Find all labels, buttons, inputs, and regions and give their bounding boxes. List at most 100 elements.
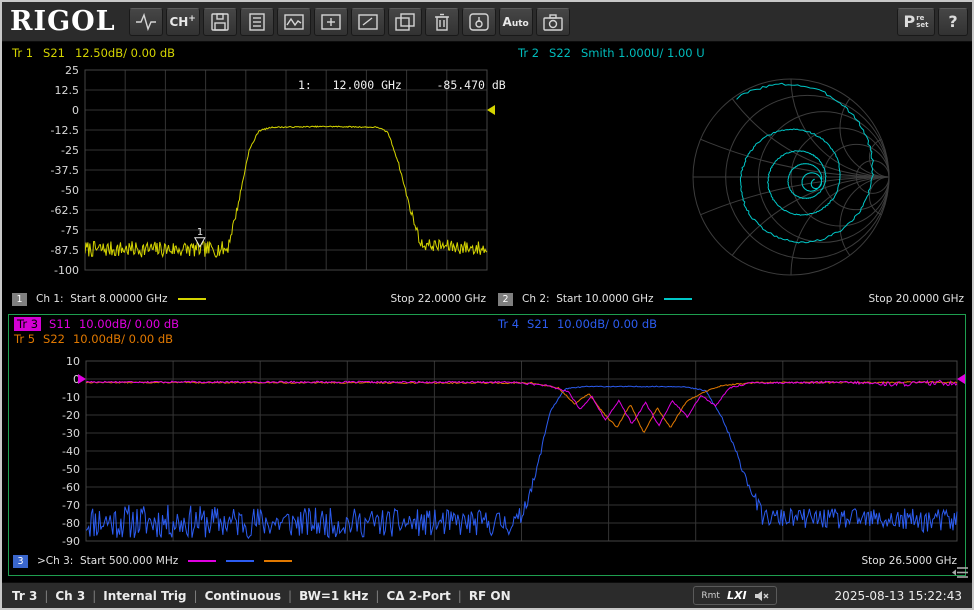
- menu-collapse-icon[interactable]: [952, 566, 968, 579]
- channel3-start: >Ch 3: Start 500.000 MHz: [37, 555, 178, 567]
- svg-text:-80: -80: [62, 517, 80, 530]
- lxi-label: LXI: [727, 589, 747, 602]
- panel3-header-row1: Tr 3 S11 10.00dB/ 0.00 dB: [14, 317, 187, 331]
- help-button[interactable]: ?: [938, 8, 968, 36]
- svg-text:-25: -25: [61, 144, 79, 157]
- trace4-scale: 10.00dB/ 0.00 dB: [557, 317, 657, 331]
- channel2-start: Ch 2: Start 10.0000 GHz: [522, 293, 654, 305]
- svg-text:-87.5: -87.5: [51, 244, 79, 257]
- channel1-badge[interactable]: 1: [12, 293, 27, 306]
- status-item: RF ON: [469, 589, 511, 603]
- panel2-header: Tr 2 S22 Smith 1.000U/ 1.00 U: [518, 46, 715, 60]
- status-separator: |: [44, 589, 48, 603]
- vna-screen: RIGOL CH+ Auto: [0, 0, 974, 610]
- svg-text:10: 10: [66, 355, 80, 368]
- status-separator: |: [92, 589, 96, 603]
- trace2-swatch: [664, 298, 692, 300]
- active-channel-panel[interactable]: Tr 3 S11 10.00dB/ 0.00 dB Tr 4 S21 10.00…: [8, 314, 966, 576]
- trash-icon: [431, 13, 453, 31]
- speaker-mute-icon[interactable]: [754, 590, 769, 602]
- datetime: 2025-08-13 15:22:43: [835, 589, 962, 603]
- preset-button[interactable]: P reset: [897, 8, 935, 36]
- trace5-label[interactable]: Tr 5: [14, 332, 35, 346]
- trace5-format: S22: [43, 332, 65, 346]
- status-item: CΔ 2-Port: [386, 589, 450, 603]
- channel-window-button[interactable]: [314, 8, 348, 36]
- trace2-format: S22: [549, 46, 571, 60]
- channel2-badge[interactable]: 2: [498, 293, 513, 306]
- preset-sublabel: reset: [916, 15, 928, 29]
- status-separator: |: [375, 589, 379, 603]
- touch-button[interactable]: [462, 8, 496, 36]
- status-item: Tr 3: [12, 589, 37, 603]
- marker1-readout: 1: 12.000 GHz -85.470 dB: [298, 78, 506, 92]
- trace5-scale: 10.00dB/ 0.00 dB: [73, 332, 173, 346]
- channel-window-icon: [320, 13, 342, 31]
- trace3-label[interactable]: Tr 3: [14, 317, 41, 331]
- trace-window-button[interactable]: [277, 8, 311, 36]
- trace3-format: S11: [49, 317, 71, 331]
- add-channel-label: CH+: [169, 14, 195, 29]
- toolbar: RIGOL CH+ Auto: [2, 2, 972, 42]
- svg-text:-20: -20: [62, 409, 80, 422]
- panel1-header: Tr 1 S21 12.50dB/ 0.00 dB: [12, 46, 185, 60]
- touch-icon: [468, 13, 490, 31]
- status-separator: |: [288, 589, 292, 603]
- cal-button[interactable]: [240, 8, 274, 36]
- trace4-swatch: [226, 560, 254, 562]
- edit-window-button[interactable]: [351, 8, 385, 36]
- channel3-badge[interactable]: 3: [13, 555, 28, 568]
- trace5-swatch: [264, 560, 292, 562]
- remote-indicator-box: Rmt LXI: [693, 586, 776, 605]
- status-item: BW=1 kHz: [299, 589, 368, 603]
- trace1-label[interactable]: Tr 1: [12, 46, 33, 60]
- status-item: Continuous: [205, 589, 281, 603]
- trace1-scale: 12.50dB/ 0.00 dB: [75, 46, 175, 60]
- trace3-swatch: [188, 560, 216, 562]
- preset-label: P: [904, 12, 916, 31]
- trace2-label[interactable]: Tr 2: [518, 46, 539, 60]
- screenshot-button[interactable]: [536, 8, 570, 36]
- svg-text:-70: -70: [62, 499, 80, 512]
- trace1-format: S21: [43, 46, 65, 60]
- channel1-stop: Stop 22.0000 GHz: [390, 293, 486, 305]
- svg-text:25: 25: [65, 64, 79, 77]
- svg-text:-50: -50: [61, 184, 79, 197]
- copy-window-icon: [394, 13, 416, 31]
- chart-window-icon: [283, 13, 305, 31]
- statusbar: Tr 3|Ch 3|Internal Trig|Continuous|BW=1 …: [2, 582, 972, 608]
- save-recall-button[interactable]: [203, 8, 237, 36]
- tr345-plot[interactable]: 100-10-20-30-40-50-60-70-80-90: [9, 355, 965, 547]
- svg-text:1: 1: [197, 227, 203, 238]
- trace1-swatch: [178, 298, 206, 300]
- statusbar-items: Tr 3|Ch 3|Internal Trig|Continuous|BW=1 …: [12, 589, 511, 603]
- measure-button[interactable]: [129, 8, 163, 36]
- svg-text:-40: -40: [62, 445, 80, 458]
- delete-button[interactable]: [425, 8, 459, 36]
- svg-text:-90: -90: [62, 535, 80, 547]
- svg-text:-100: -100: [54, 264, 79, 276]
- svg-text:-75: -75: [61, 224, 79, 237]
- svg-text:-37.5: -37.5: [51, 164, 79, 177]
- status-item: Internal Trig: [103, 589, 186, 603]
- svg-text:-12.5: -12.5: [51, 124, 79, 137]
- auto-button[interactable]: Auto: [499, 8, 533, 36]
- statusbar-right: Rmt LXI 2025-08-13 15:22:43: [693, 586, 962, 605]
- svg-text:12.5: 12.5: [55, 84, 80, 97]
- trace4-format: S21: [527, 317, 549, 331]
- panel3-header-row1-right: Tr 4 S21 10.00dB/ 0.00 dB: [498, 317, 665, 331]
- trace4-label[interactable]: Tr 4: [498, 317, 519, 331]
- edit-window-icon: [357, 13, 379, 31]
- channel1-bar: 1 Ch 1: Start 8.00000 GHz Stop 22.0000 G…: [8, 291, 492, 307]
- tr2-smith-chart[interactable]: [686, 72, 896, 282]
- svg-text:-30: -30: [62, 427, 80, 440]
- rigol-logo: RIGOL: [10, 6, 116, 37]
- tr1-plot[interactable]: 2512.50-12.5-25-37.5-50-62.5-75-87.5-100…: [8, 64, 496, 276]
- svg-text:-50: -50: [62, 463, 80, 476]
- channel3-bar: 3 >Ch 3: Start 500.000 MHz Stop 26.5000 …: [9, 553, 963, 569]
- add-channel-button[interactable]: CH+: [166, 8, 200, 36]
- floppy-icon: [209, 13, 231, 31]
- pulse-icon: [135, 13, 157, 31]
- copy-window-button[interactable]: [388, 8, 422, 36]
- svg-text:-10: -10: [62, 391, 80, 404]
